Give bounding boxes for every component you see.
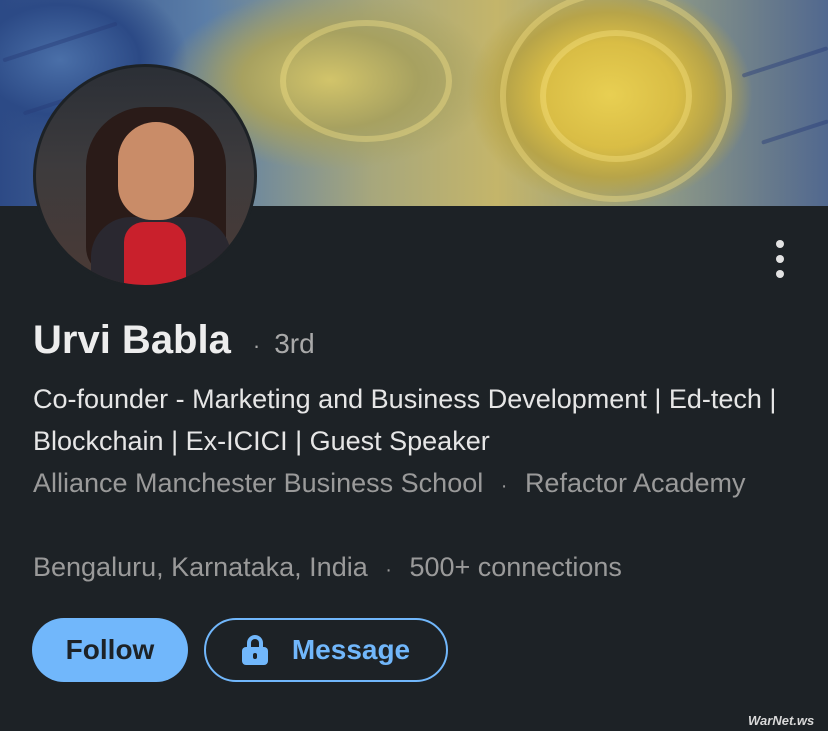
profile-headline: Co-founder - Marketing and Business Deve… (33, 384, 777, 456)
connection-degree: 3rd (274, 328, 315, 359)
degree-separator: · (252, 333, 261, 358)
profile-avatar[interactable] (33, 64, 257, 288)
education-company-line: Alliance Manchester Business School · Re… (33, 462, 753, 507)
follow-button[interactable]: Follow (32, 618, 188, 682)
connections-count[interactable]: 500+ connections (409, 552, 621, 582)
meta-separator: · (385, 559, 392, 581)
lock-icon (241, 635, 268, 665)
message-button[interactable]: Message (204, 618, 448, 682)
education-link[interactable]: Alliance Manchester Business School (33, 468, 483, 498)
location-connections-line: Bengaluru, Karnataka, India · 500+ conne… (33, 546, 753, 591)
meta-separator: · (500, 475, 508, 497)
message-button-label: Message (291, 634, 411, 665)
profile-name: Urvi Babla (33, 318, 231, 362)
location: Bengaluru, Karnataka, India (33, 552, 368, 582)
company-link[interactable]: Refactor Academy (525, 468, 746, 498)
watermark: WarNet.ws (748, 713, 815, 728)
more-options-button[interactable] (762, 236, 798, 282)
vertical-ellipsis-icon (776, 240, 784, 248)
profile-photo (36, 67, 254, 285)
name-line: Urvi Babla · 3rd (33, 318, 315, 363)
